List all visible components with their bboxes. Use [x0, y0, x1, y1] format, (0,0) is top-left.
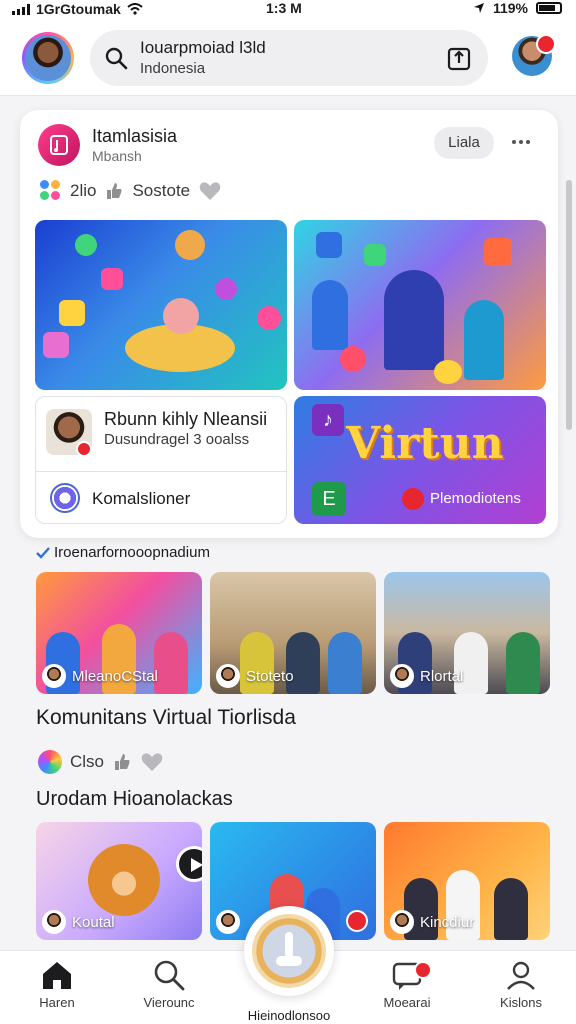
nav-search[interactable]: Vierounc	[124, 959, 214, 1010]
battery-icon	[536, 2, 562, 14]
search-icon	[154, 960, 185, 991]
banner-label: Plemodiotens	[430, 490, 521, 507]
video-thumb[interactable]: Rlortal	[384, 572, 550, 694]
create-icon	[252, 914, 326, 988]
creator-avatar	[42, 664, 66, 688]
post-card: Itamlasisia Mbansh Liala 2lio Sostote Rb…	[20, 110, 558, 538]
creator-avatar	[42, 910, 66, 934]
thumb-label	[216, 910, 246, 934]
community-info-box[interactable]: Rbunn kihly Nleansii Dusundragel 3 ooals…	[35, 396, 287, 524]
thumb-label: Rlortal	[390, 664, 463, 688]
search-icon	[105, 47, 128, 70]
nav-home-label: Haren	[39, 995, 75, 1010]
video-thumb[interactable]: MleanoCStal	[36, 572, 202, 694]
status-badge	[76, 441, 92, 457]
creator-avatar	[390, 910, 414, 934]
bear-illustration	[88, 844, 160, 916]
reaction-count: Clso	[70, 752, 105, 771]
community-icon	[50, 483, 80, 513]
search-title: Iouarpmoiad l3ld	[140, 38, 266, 57]
location-icon	[473, 3, 484, 13]
app-screen: 1GrGtoumak 1:3 M 119% Iouarpmoiad l3ld I…	[0, 0, 576, 1024]
search-bar[interactable]: Iouarpmoiad l3ld Indonesia	[90, 30, 488, 86]
post-meta-row: 2lio Sostote	[40, 180, 222, 202]
messages-badge	[414, 961, 432, 979]
section-title: Urodam Hioanolackas	[36, 788, 233, 810]
creator-avatar	[390, 664, 414, 688]
join-button[interactable]: Liala	[434, 127, 494, 159]
status-left: 1GrGtoumak	[12, 1, 212, 17]
reactions-icon	[38, 750, 62, 774]
thumb-label: Koutal	[42, 910, 115, 934]
clock: 1:3 M	[266, 0, 302, 16]
status-bar: 1GrGtoumak 1:3 M 119%	[0, 0, 576, 18]
thumb-label: Kincdiur	[390, 910, 474, 934]
community-link[interactable]: Komalslioner	[92, 489, 190, 509]
group-subtitle: Mbansh	[92, 148, 142, 164]
creator-avatar	[216, 664, 240, 688]
app-icon: E	[312, 482, 346, 516]
heart-icon[interactable]	[140, 751, 164, 773]
nav-messages[interactable]: Moearai	[362, 959, 452, 1010]
create-fab-button[interactable]	[244, 906, 334, 996]
play-icon[interactable]	[176, 846, 202, 882]
nav-profile-label: Kislons	[500, 995, 542, 1010]
signal-icon	[12, 3, 30, 15]
music-icon: ♪	[312, 404, 344, 436]
live-dot-icon	[402, 488, 424, 510]
section-tag-label: Iroenarfornooopnadium	[54, 544, 210, 561]
notification-badge	[536, 34, 556, 54]
section-tag: Iroenarfornooopnadium	[36, 544, 210, 561]
scrollbar[interactable]	[566, 180, 572, 430]
carrier-name: 1GrGtoumak	[36, 1, 121, 17]
media-tile-virtual[interactable]: ♪ Virtun E Plemodiotens	[294, 396, 546, 524]
thumb-label: Stoteto	[216, 664, 294, 688]
user-avatar[interactable]	[22, 32, 74, 84]
section-meta-row: Clso	[38, 750, 164, 774]
thumb-label: MleanoCStal	[42, 664, 158, 688]
top-header: Iouarpmoiad l3ld Indonesia	[0, 18, 576, 96]
like-icon[interactable]	[112, 752, 132, 772]
check-icon	[36, 546, 50, 559]
creator-avatar	[216, 910, 240, 934]
nav-search-label: Vierounc	[143, 995, 195, 1010]
video-thumb[interactable]: Kincdiur	[384, 822, 550, 940]
wifi-icon	[127, 3, 143, 15]
profile-icon	[507, 961, 535, 990]
banner-text: Virtun	[346, 418, 504, 469]
info-subtitle: Dusundragel 3 ooalss	[104, 431, 250, 448]
info-title: Rbunn kihly Nleansii	[104, 409, 268, 429]
media-tile-kids[interactable]	[294, 220, 546, 390]
more-options-icon[interactable]	[512, 140, 530, 144]
nav-home[interactable]: Haren	[12, 959, 102, 1010]
reaction-count: 2lio	[70, 181, 97, 200]
group-name[interactable]: Itamlasisia	[92, 126, 177, 147]
search-subtitle: Indonesia	[140, 60, 206, 77]
video-thumb[interactable]: Koutal	[36, 822, 202, 940]
section-title: Komunitans Virtual Tiorlisda	[36, 706, 296, 729]
group-logo[interactable]	[38, 124, 80, 166]
share-label[interactable]: Sostote	[132, 181, 190, 201]
record-icon	[346, 910, 368, 932]
media-tile-toys[interactable]	[35, 220, 287, 390]
battery-percent: 119%	[492, 0, 528, 16]
fab-label: Hieinodlonsoo	[247, 1008, 331, 1023]
like-icon[interactable]	[104, 181, 124, 201]
divider	[36, 471, 286, 472]
music-note-icon	[50, 135, 68, 155]
nav-profile[interactable]: Kislons	[476, 959, 566, 1010]
home-icon	[43, 962, 71, 989]
status-right: 119%	[473, 0, 562, 16]
share-icon[interactable]	[446, 44, 472, 72]
reactions-icon	[40, 180, 62, 202]
heart-icon[interactable]	[198, 180, 222, 202]
video-thumb[interactable]: Stoteto	[210, 572, 376, 694]
nav-messages-label: Moearai	[383, 995, 431, 1010]
